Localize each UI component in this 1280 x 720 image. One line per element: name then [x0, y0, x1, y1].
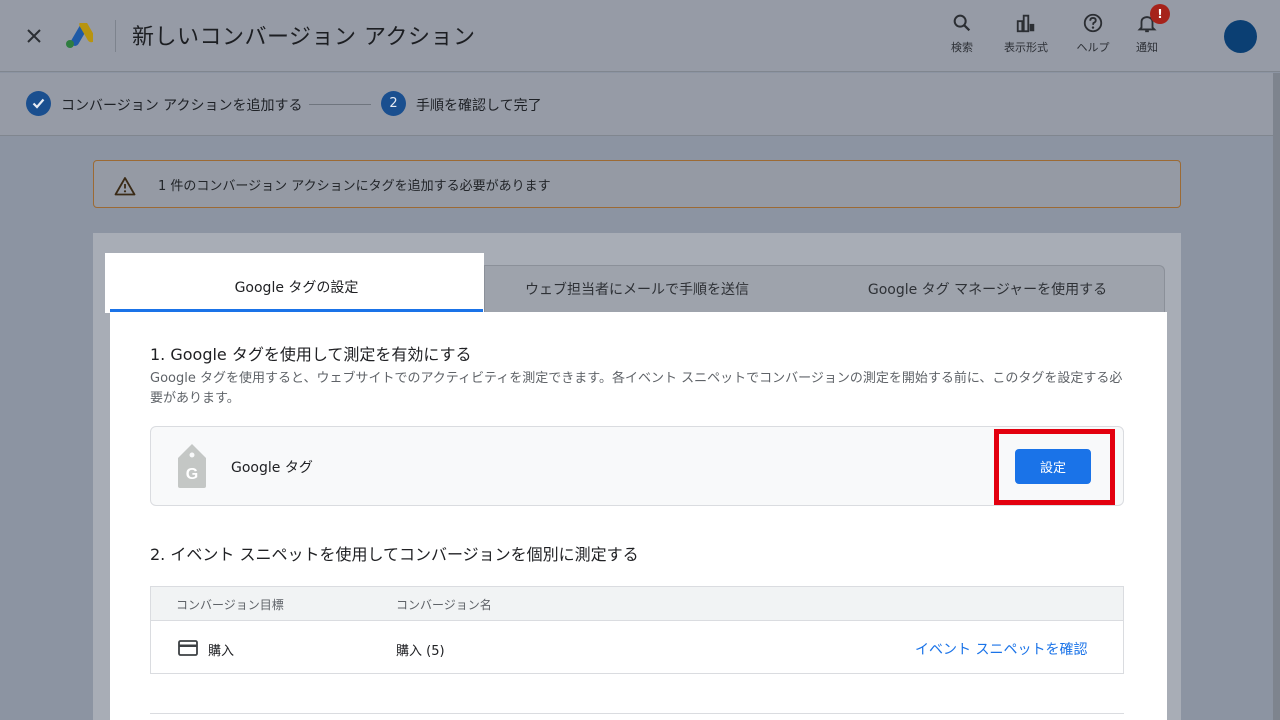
tab-email-instructions[interactable]: ウェブ担当者にメールで手順を送信: [484, 265, 790, 312]
top-app-bar: 新しいコンバージョン アクション 検索 表示形式 ヘルプ ! 通知: [0, 0, 1280, 72]
notifications-button[interactable]: ! 通知: [1117, 4, 1177, 55]
page-title: 新しいコンバージョン アクション: [132, 25, 476, 50]
notification-badge: !: [1150, 4, 1170, 24]
setup-button[interactable]: 設定: [1015, 449, 1091, 484]
column-header-name: コンバージョン名: [396, 598, 492, 612]
warning-text: 1 件のコンバージョン アクションにタグを追加する必要があります: [158, 179, 551, 194]
step-2-number: 2: [381, 91, 406, 116]
search-button[interactable]: 検索: [932, 12, 992, 55]
warning-banner: 1 件のコンバージョン アクションにタグを追加する必要があります: [93, 160, 1181, 208]
check-icon: [32, 98, 45, 109]
tab-google-tag-setup[interactable]: Google タグの設定: [110, 265, 483, 312]
section-2-title: 2. イベント スニペットを使用してコンバージョンを個別に測定する: [150, 545, 639, 564]
view-icon: [1016, 14, 1035, 33]
help-button[interactable]: ヘルプ: [1063, 12, 1123, 55]
search-label: 検索: [951, 41, 973, 54]
avatar[interactable]: [1224, 20, 1257, 53]
notifications-label: 通知: [1136, 41, 1158, 54]
step-1-label: コンバージョン アクションを追加する: [61, 98, 303, 114]
scrollbar[interactable]: [1273, 73, 1280, 720]
stepper: コンバージョン アクションを追加する 2 手順を確認して完了: [0, 73, 1274, 136]
view-format-button[interactable]: 表示形式: [996, 12, 1056, 55]
section-1-title: 1. Google タグを使用して測定を有効にする: [150, 345, 472, 364]
google-tag-row: G Google タグ: [150, 426, 1124, 506]
close-button[interactable]: [20, 22, 48, 50]
tab-tag-manager[interactable]: Google タグ マネージャーを使用する: [810, 265, 1165, 312]
row-goal: 購入: [208, 644, 235, 659]
section-1-description: Google タグを使用すると、ウェブサイトでのアクティビティを測定できます。各…: [150, 371, 1123, 406]
view-event-snippet-link[interactable]: イベント スニペットを確認: [915, 639, 1087, 659]
close-icon: [27, 29, 41, 43]
svg-text:G: G: [186, 466, 198, 483]
column-header-goal: コンバージョン目標: [176, 598, 284, 612]
google-ads-logo: [66, 23, 93, 48]
step-1-done: [26, 91, 51, 116]
section-divider: [150, 713, 1124, 714]
help-icon: [1083, 13, 1103, 33]
view-format-label: 表示形式: [1004, 41, 1048, 54]
step-connector: [309, 104, 371, 105]
row-conversion-name: 購入 (5): [396, 644, 445, 659]
help-label: ヘルプ: [1076, 41, 1110, 54]
search-icon: [953, 14, 971, 32]
warning-icon: [114, 177, 136, 196]
conversion-table: コンバージョン目標 コンバージョン名 購入 購入 (5) イベント スニペットを…: [150, 586, 1124, 674]
google-tag-name: Google タグ: [231, 460, 313, 476]
table-header: コンバージョン目標 コンバージョン名: [151, 587, 1123, 621]
title-divider: [115, 20, 116, 52]
google-tag-icon: G: [178, 444, 206, 488]
step-2-label: 手順を確認して完了: [416, 98, 542, 114]
payment-card-icon: [178, 640, 198, 656]
